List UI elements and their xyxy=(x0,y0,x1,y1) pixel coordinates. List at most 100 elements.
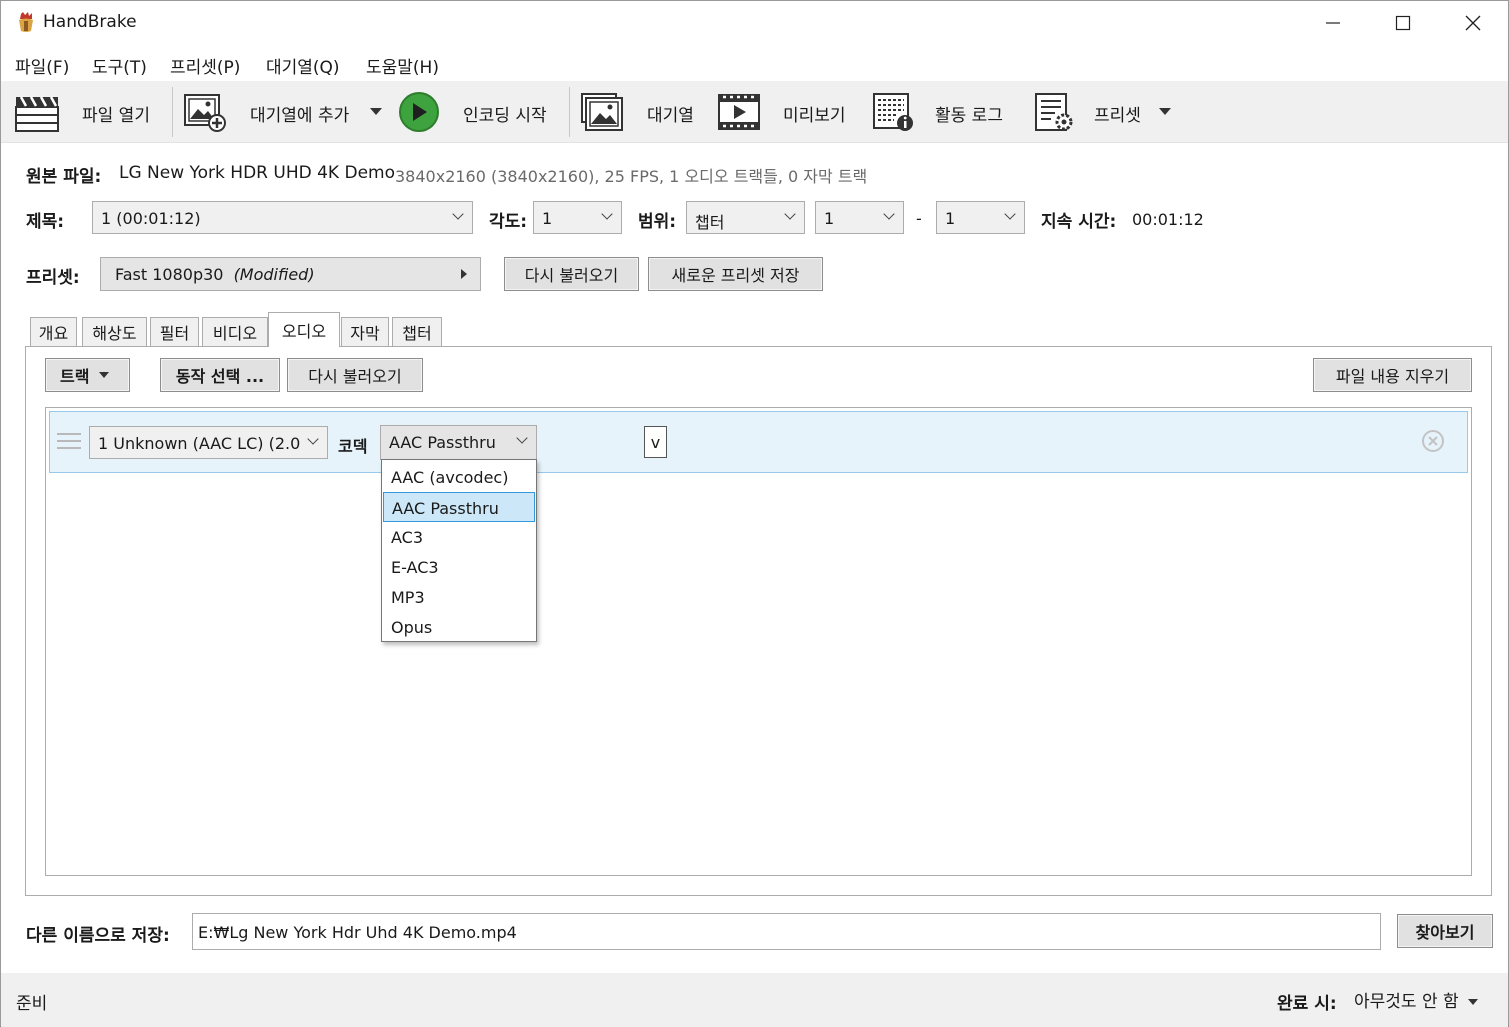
save-as-label: 다른 이름으로 저장: xyxy=(26,926,170,946)
preview-icon[interactable] xyxy=(716,91,762,133)
title-label: 제목: xyxy=(26,212,65,232)
bitrate-select[interactable]: v xyxy=(644,426,667,458)
add-to-queue-icon[interactable] xyxy=(181,91,227,133)
tab-subtitles[interactable]: 자막 xyxy=(341,317,389,346)
when-done-label: 완료 시: xyxy=(1277,994,1337,1014)
codec-option-selected[interactable]: AAC Passthru xyxy=(383,492,535,522)
tab-chapters[interactable]: 챕터 xyxy=(392,317,442,346)
toolbar: 파일 열기 대기열에 추가 인코딩 시작 대기열 미리보기 활동 로그 프리셋 xyxy=(1,81,1508,143)
angle-select-value: 1 xyxy=(542,209,553,228)
source-label: 원본 파일: xyxy=(26,167,102,187)
audio-reload-button[interactable]: 다시 불러오기 xyxy=(287,358,423,392)
menu-queue[interactable]: 대기열(Q) xyxy=(266,53,340,78)
codec-option[interactable]: MP3 xyxy=(383,582,535,612)
tab-summary[interactable]: 개요 xyxy=(30,317,77,346)
queue-button[interactable]: 대기열 xyxy=(647,101,694,126)
menu-tools[interactable]: 도구(T) xyxy=(92,53,147,78)
title-select[interactable]: 1 (00:01:12) xyxy=(92,201,473,234)
codec-option[interactable]: AAC (avcodec) xyxy=(383,462,535,492)
choose-behavior-button[interactable]: 동작 선택 ... xyxy=(160,358,280,392)
browse-button[interactable]: 찾아보기 xyxy=(1397,914,1493,948)
menu-presets[interactable]: 프리셋(P) xyxy=(170,53,240,78)
add-to-queue-dropdown-icon[interactable] xyxy=(370,108,382,115)
activity-log-button[interactable]: 활동 로그 xyxy=(935,101,1003,126)
range-type-select[interactable]: 챕터 xyxy=(686,201,805,234)
presets-dropdown-icon[interactable] xyxy=(1159,108,1171,115)
close-button[interactable] xyxy=(1438,1,1508,45)
preset-select[interactable]: Fast 1080p30 (Modified) xyxy=(100,257,481,291)
handbrake-window: HandBrake 파일(F) 도구(T) 프리셋(P) 대기열(Q) 도움말(… xyxy=(0,0,1509,1027)
menu-help[interactable]: 도움말(H) xyxy=(366,53,439,78)
track-source-value: 1 Unknown (AAC LC) (2.0 xyxy=(98,434,301,453)
clear-tracks-button[interactable]: 파일 내용 지우기 xyxy=(1313,358,1472,392)
status-text: 준비 xyxy=(16,994,48,1014)
range-end-value: 1 xyxy=(945,209,956,228)
codec-select-value: AAC Passthru xyxy=(389,433,496,452)
codec-option[interactable]: E-AC3 xyxy=(383,552,535,582)
tab-dimensions[interactable]: 해상도 xyxy=(82,317,147,346)
range-dash: - xyxy=(916,209,922,228)
clapperboard-icon[interactable] xyxy=(13,91,59,133)
range-start-select[interactable]: 1 xyxy=(815,201,904,234)
menu-bar: 파일(F) 도구(T) 프리셋(P) 대기열(Q) 도움말(H) xyxy=(1,45,1508,81)
codec-option[interactable]: AC3 xyxy=(383,522,535,552)
range-type-value: 챕터 xyxy=(695,213,725,232)
chevron-down-icon xyxy=(516,432,528,444)
tracks-button[interactable]: 트랙 xyxy=(45,358,130,392)
open-source-button[interactable]: 파일 열기 xyxy=(82,101,150,126)
add-to-queue-button[interactable]: 대기열에 추가 xyxy=(250,101,349,126)
range-end-select[interactable]: 1 xyxy=(936,201,1025,234)
menu-file[interactable]: 파일(F) xyxy=(15,53,69,78)
source-name: LG New York HDR UHD 4K Demo xyxy=(119,163,395,183)
chevron-down-icon xyxy=(1004,208,1016,220)
angle-label: 각도: xyxy=(489,212,528,232)
track-source-select[interactable]: 1 Unknown (AAC LC) (2.0 xyxy=(89,426,328,459)
minimize-icon xyxy=(1326,22,1340,24)
tab-filters[interactable]: 필터 xyxy=(150,317,199,346)
window-title: HandBrake xyxy=(43,12,137,32)
codec-option[interactable]: Opus xyxy=(383,612,535,642)
chevron-down-icon xyxy=(452,208,464,220)
duration-value: 00:01:12 xyxy=(1132,210,1204,229)
toolbar-separator xyxy=(569,87,570,137)
minimize-button[interactable] xyxy=(1298,1,1368,45)
toolbar-separator xyxy=(172,87,173,137)
preset-name: Fast 1080p30 xyxy=(115,265,224,284)
presets-icon[interactable] xyxy=(1031,91,1077,133)
close-icon xyxy=(1465,15,1481,31)
save-new-preset-button[interactable]: 새로운 프리셋 저장 xyxy=(648,257,823,291)
angle-select[interactable]: 1 xyxy=(533,201,622,234)
range-start-value: 1 xyxy=(824,209,835,228)
activity-log-icon[interactable] xyxy=(870,91,916,133)
tab-video[interactable]: 비디오 xyxy=(202,317,268,346)
when-done-select[interactable]: 아무것도 안 함 xyxy=(1354,987,1479,1013)
drag-handle-icon[interactable] xyxy=(57,433,81,451)
maximize-icon xyxy=(1395,15,1411,31)
queue-icon[interactable] xyxy=(579,91,625,133)
chevron-down-icon xyxy=(307,433,319,445)
when-done-value: 아무것도 안 함 xyxy=(1354,992,1459,1012)
chevron-right-icon xyxy=(461,269,467,279)
codec-label: 코덱 xyxy=(338,437,368,456)
presets-button[interactable]: 프리셋 xyxy=(1094,101,1141,126)
preset-label: 프리셋: xyxy=(26,268,80,288)
maximize-button[interactable] xyxy=(1368,1,1438,45)
title-select-value: 1 (00:01:12) xyxy=(101,209,201,228)
save-path-input[interactable]: E:₩Lg New York Hdr Uhd 4K Demo.mp4 xyxy=(192,913,1381,950)
source-info: 3840x2160 (3840x2160), 25 FPS, 1 오디오 트랙들… xyxy=(395,167,868,186)
remove-track-icon[interactable] xyxy=(1421,429,1445,453)
status-bar: 준비 완료 시: 아무것도 안 함 xyxy=(1,973,1508,1027)
preset-reload-button[interactable]: 다시 불러오기 xyxy=(504,257,639,291)
chevron-down-icon xyxy=(883,208,895,220)
tab-audio[interactable]: 오디오 xyxy=(268,312,340,347)
handbrake-logo-icon xyxy=(19,12,33,32)
start-encode-button[interactable]: 인코딩 시작 xyxy=(463,101,547,126)
play-icon[interactable] xyxy=(396,91,442,133)
preset-modified: (Modified) xyxy=(233,265,315,284)
chevron-down-icon xyxy=(784,208,796,220)
tracks-button-label: 트랙 xyxy=(60,367,90,386)
preview-button[interactable]: 미리보기 xyxy=(783,101,846,126)
duration-label: 지속 시간: xyxy=(1041,212,1117,232)
caret-down-icon xyxy=(1468,999,1479,1005)
codec-select[interactable]: AAC Passthru xyxy=(380,425,537,460)
